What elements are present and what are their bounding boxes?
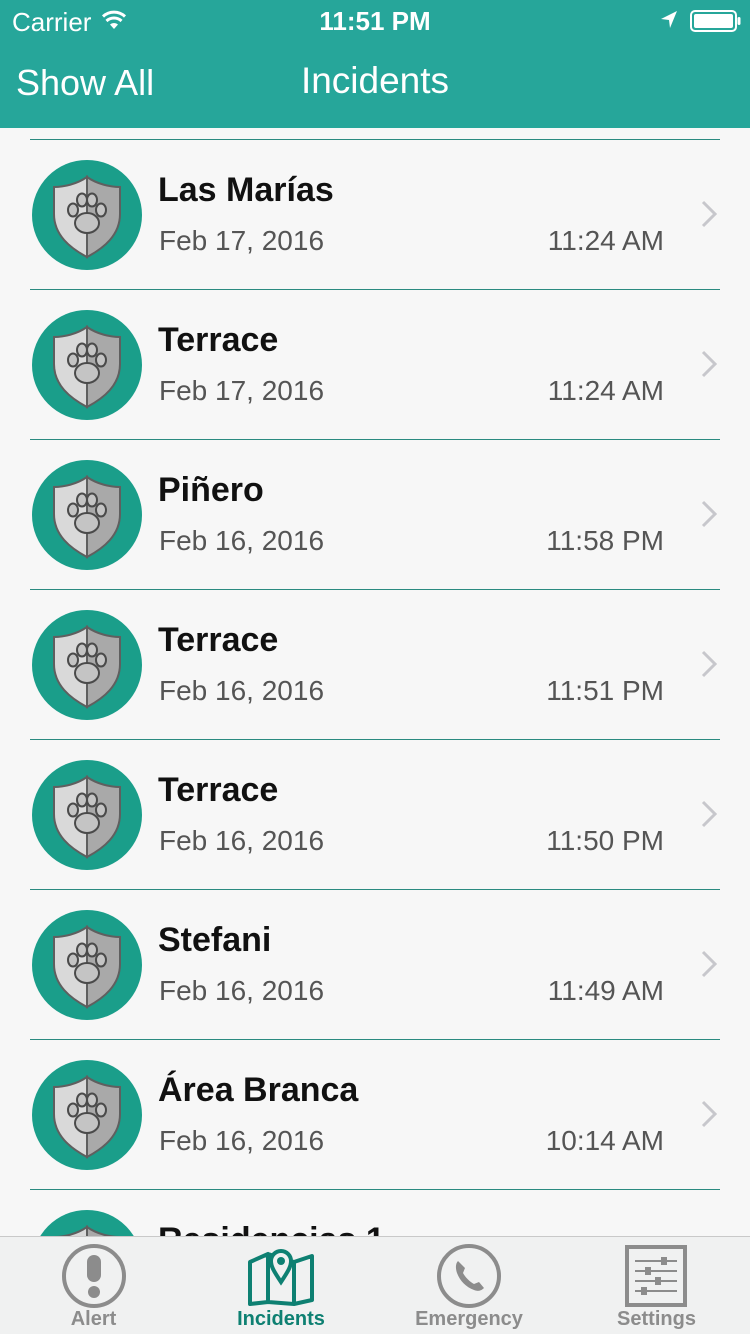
- incident-row[interactable]: Residencias 1: [0, 1189, 750, 1236]
- incident-list[interactable]: Las Marías Feb 17, 2016 11:24 AM Terrace Feb…: [0, 128, 750, 1236]
- incident-title: Terrace: [158, 321, 279, 359]
- paw-shield-icon: [32, 910, 142, 1020]
- incident-title: Terrace: [158, 771, 279, 809]
- tab-bar: Alert Incidents Emergency Settings: [0, 1236, 750, 1334]
- tab-settings[interactable]: Settings: [563, 1237, 750, 1334]
- incident-title: Terrace: [158, 621, 279, 659]
- chevron-right-icon: [701, 950, 718, 978]
- incident-date: Feb 16, 2016: [159, 825, 325, 856]
- paw-shield-icon: [40, 1210, 134, 1236]
- incident-title: Área Branca: [158, 1071, 359, 1109]
- incident-row[interactable]: Stefani Feb 16, 2016 11:49 AM: [0, 889, 750, 1039]
- paw-shield-icon: [32, 310, 142, 420]
- incident-date: Feb 16, 2016: [159, 975, 325, 1006]
- incident-row[interactable]: Terrace Feb 16, 2016 11:51 PM: [0, 589, 750, 739]
- incident-time: 11:24 AM: [547, 225, 664, 256]
- incident-row[interactable]: Área Branca Feb 16, 2016 10:14 AM: [0, 1039, 750, 1189]
- incident-time: 11:49 AM: [547, 975, 664, 1006]
- tab-incidents[interactable]: Incidents: [187, 1237, 375, 1334]
- chevron-right-icon: [701, 500, 718, 528]
- status-bar: Carrier 11:51 PM: [0, 0, 750, 40]
- incident-title: Stefani: [158, 921, 272, 959]
- map-pin-icon: [248, 1249, 314, 1306]
- paw-shield-icon: [32, 1060, 142, 1170]
- page-title: Incidents: [300, 60, 450, 101]
- incident-title: Piñero: [158, 471, 264, 509]
- battery-icon: [690, 10, 741, 32]
- tab-incidents-label: Incidents: [237, 1308, 325, 1330]
- tab-alert[interactable]: Alert: [0, 1237, 187, 1334]
- tab-alert-label: Alert: [70, 1308, 117, 1330]
- paw-shield-icon: [32, 460, 142, 570]
- incident-row[interactable]: Terrace Feb 17, 2016 11:24 AM: [0, 289, 750, 439]
- incident-date: Feb 16, 2016: [159, 1125, 325, 1156]
- status-time: 11:51 PM: [319, 6, 431, 36]
- tab-settings-label: Settings: [617, 1308, 696, 1330]
- chevron-right-icon: [701, 1100, 718, 1128]
- chevron-right-icon: [701, 800, 718, 828]
- incident-title: Las Marías: [158, 171, 334, 209]
- incident-date: Feb 16, 2016: [159, 675, 325, 706]
- incident-date: Feb 17, 2016: [159, 375, 325, 406]
- incident-date: Feb 16, 2016: [159, 525, 325, 556]
- incident-time: 11:50 PM: [546, 825, 664, 856]
- paw-shield-icon: [32, 760, 142, 870]
- location-icon: [661, 11, 677, 28]
- chevron-right-icon: [701, 350, 718, 378]
- incident-time: 11:24 AM: [547, 375, 664, 406]
- tab-emergency[interactable]: Emergency: [375, 1237, 563, 1334]
- phone-icon: [437, 1244, 501, 1308]
- incident-time: 11:58 PM: [546, 525, 664, 556]
- incident-row[interactable]: Las Marías Feb 17, 2016 11:24 AM: [0, 139, 750, 289]
- incident-time: 10:14 AM: [545, 1125, 664, 1156]
- incident-row[interactable]: Piñero Feb 16, 2016 11:58 PM: [0, 439, 750, 589]
- paw-shield-icon: [32, 610, 142, 720]
- paw-shield-icon: [32, 160, 142, 270]
- incident-date: Feb 17, 2016: [159, 225, 325, 256]
- tab-emergency-label: Emergency: [415, 1308, 523, 1330]
- chevron-right-icon: [701, 650, 718, 678]
- header: Carrier 11:51 PM Show All Incidents: [0, 0, 750, 128]
- alert-icon: [62, 1244, 126, 1308]
- incident-time: 11:51 PM: [546, 675, 664, 706]
- chevron-right-icon: [701, 200, 718, 228]
- sliders-icon: [625, 1245, 687, 1307]
- incident-row[interactable]: Terrace Feb 16, 2016 11:50 PM: [0, 739, 750, 889]
- incident-title: Residencias 1: [158, 1221, 385, 1236]
